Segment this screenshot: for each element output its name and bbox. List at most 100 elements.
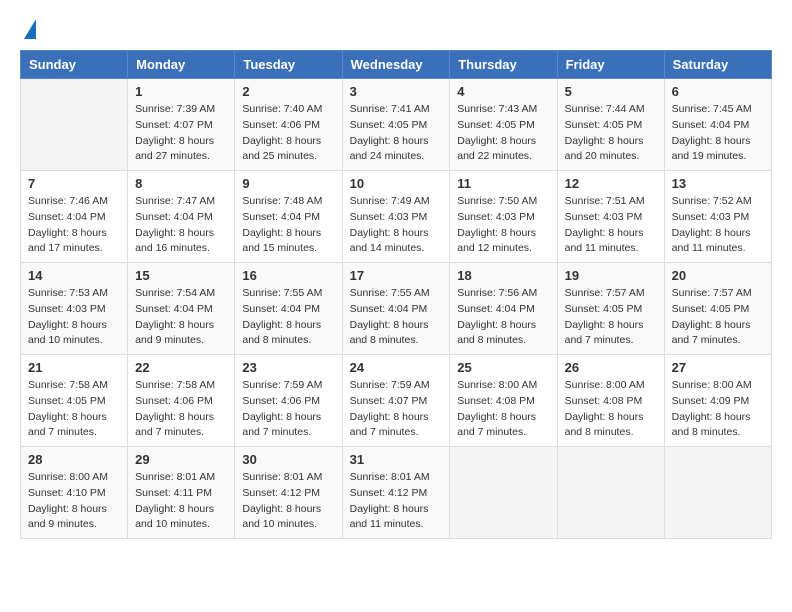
day-info: Sunrise: 7:52 AMSunset: 4:03 PMDaylight:…: [672, 194, 764, 257]
day-info: Sunrise: 7:43 AMSunset: 4:05 PMDaylight:…: [457, 102, 549, 165]
calendar-week-row: 21 Sunrise: 7:58 AMSunset: 4:05 PMDayligh…: [21, 355, 772, 447]
day-info: Sunrise: 7:39 AMSunset: 4:07 PMDaylight:…: [135, 102, 227, 165]
calendar-day-7: 7Sunrise: 7:46 AMSunset: 4:04 PMDaylight…: [21, 171, 128, 263]
calendar-day-14: 14 Sunrise: 7:53 AMSunset: 4:03 PMDayligh…: [21, 263, 128, 355]
day-number: 26: [565, 360, 657, 375]
day-number: 5: [565, 84, 657, 99]
day-number: 10: [350, 176, 443, 191]
calendar-day-17: 17 Sunrise: 7:55 AMSunset: 4:04 PMDayligh…: [342, 263, 450, 355]
day-number: 4: [457, 84, 549, 99]
calendar-day-26: 26 Sunrise: 8:00 AMSunset: 4:08 PMDayligh…: [557, 355, 664, 447]
day-info: Sunrise: 7:41 AMSunset: 4:05 PMDaylight:…: [350, 102, 443, 165]
calendar-day-11: 11 Sunrise: 7:50 AMSunset: 4:03 PMDayligh…: [450, 171, 557, 263]
day-info: Sunrise: 7:59 AMSunset: 4:07 PMDaylight:…: [350, 378, 443, 441]
day-info: Sunrise: 7:50 AMSunset: 4:03 PMDaylight:…: [457, 194, 549, 257]
day-number: 19: [565, 268, 657, 283]
day-info: Sunrise: 7:56 AMSunset: 4:04 PMDaylight:…: [457, 286, 549, 349]
weekday-header-saturday: Saturday: [664, 51, 771, 79]
calendar-day-21: 21 Sunrise: 7:58 AMSunset: 4:05 PMDayligh…: [21, 355, 128, 447]
day-number: 23: [242, 360, 334, 375]
weekday-header-tuesday: Tuesday: [235, 51, 342, 79]
day-info: Sunrise: 7:44 AMSunset: 4:05 PMDaylight:…: [565, 102, 657, 165]
weekday-header-sunday: Sunday: [21, 51, 128, 79]
day-info: Sunrise: 8:01 AMSunset: 4:12 PMDaylight:…: [242, 470, 334, 533]
calendar-day-18: 18 Sunrise: 7:56 AMSunset: 4:04 PMDayligh…: [450, 263, 557, 355]
day-info: Sunrise: 7:55 AMSunset: 4:04 PMDaylight:…: [350, 286, 443, 349]
day-info: Sunrise: 7:40 AMSunset: 4:06 PMDaylight:…: [242, 102, 334, 165]
day-number: 16: [242, 268, 334, 283]
calendar-day-23: 23 Sunrise: 7:59 AMSunset: 4:06 PMDayligh…: [235, 355, 342, 447]
empty-day-cell: [557, 447, 664, 539]
calendar-day-8: 8Sunrise: 7:47 AMSunset: 4:04 PMDaylight…: [128, 171, 235, 263]
day-info: Sunrise: 7:54 AMSunset: 4:04 PMDaylight:…: [135, 286, 227, 349]
weekday-header-row: SundayMondayTuesdayWednesdayThursdayFrid…: [21, 51, 772, 79]
calendar-day-30: 30 Sunrise: 8:01 AMSunset: 4:12 PMDayligh…: [235, 447, 342, 539]
day-number: 31: [350, 452, 443, 467]
calendar-week-row: 7Sunrise: 7:46 AMSunset: 4:04 PMDaylight…: [21, 171, 772, 263]
calendar-day-16: 16 Sunrise: 7:55 AMSunset: 4:04 PMDayligh…: [235, 263, 342, 355]
day-info: Sunrise: 8:00 AMSunset: 4:08 PMDaylight:…: [565, 378, 657, 441]
calendar-day-4: 4 Sunrise: 7:43 AMSunset: 4:05 PMDaylight…: [450, 79, 557, 171]
day-info: Sunrise: 7:49 AMSunset: 4:03 PMDaylight:…: [350, 194, 443, 257]
day-info: Sunrise: 7:58 AMSunset: 4:06 PMDaylight:…: [135, 378, 227, 441]
calendar-day-9: 9 Sunrise: 7:48 AMSunset: 4:04 PMDaylight…: [235, 171, 342, 263]
day-number: 9: [242, 176, 334, 191]
calendar-week-row: 14 Sunrise: 7:53 AMSunset: 4:03 PMDayligh…: [21, 263, 772, 355]
day-number: 11: [457, 176, 549, 191]
calendar-day-3: 3 Sunrise: 7:41 AMSunset: 4:05 PMDaylight…: [342, 79, 450, 171]
day-info: Sunrise: 7:57 AMSunset: 4:05 PMDaylight:…: [565, 286, 657, 349]
day-number: 1: [135, 84, 227, 99]
day-info: Sunrise: 8:01 AMSunset: 4:12 PMDaylight:…: [350, 470, 443, 533]
day-info: Sunrise: 7:47 AMSunset: 4:04 PMDaylight:…: [135, 194, 227, 257]
day-number: 18: [457, 268, 549, 283]
day-info: Sunrise: 7:48 AMSunset: 4:04 PMDaylight:…: [242, 194, 334, 257]
day-number: 13: [672, 176, 764, 191]
calendar-table: SundayMondayTuesdayWednesdayThursdayFrid…: [20, 50, 772, 539]
calendar-day-31: 31 Sunrise: 8:01 AMSunset: 4:12 PMDayligh…: [342, 447, 450, 539]
calendar-day-5: 5 Sunrise: 7:44 AMSunset: 4:05 PMDaylight…: [557, 79, 664, 171]
day-info: Sunrise: 7:57 AMSunset: 4:05 PMDaylight:…: [672, 286, 764, 349]
calendar-day-28: 28 Sunrise: 8:00 AMSunset: 4:10 PMDayligh…: [21, 447, 128, 539]
day-number: 30: [242, 452, 334, 467]
day-number: 25: [457, 360, 549, 375]
day-info: Sunrise: 8:00 AMSunset: 4:10 PMDaylight:…: [28, 470, 120, 533]
calendar-day-25: 25Sunrise: 8:00 AMSunset: 4:08 PMDayligh…: [450, 355, 557, 447]
day-info: Sunrise: 7:58 AMSunset: 4:05 PMDaylight:…: [28, 378, 120, 441]
empty-day-cell: [450, 447, 557, 539]
calendar-day-13: 13 Sunrise: 7:52 AMSunset: 4:03 PMDayligh…: [664, 171, 771, 263]
day-info: Sunrise: 7:51 AMSunset: 4:03 PMDaylight:…: [565, 194, 657, 257]
day-info: Sunrise: 7:59 AMSunset: 4:06 PMDaylight:…: [242, 378, 334, 441]
weekday-header-wednesday: Wednesday: [342, 51, 450, 79]
calendar-day-12: 12 Sunrise: 7:51 AMSunset: 4:03 PMDayligh…: [557, 171, 664, 263]
day-number: 28: [28, 452, 120, 467]
page-header: [20, 20, 772, 40]
calendar-day-24: 24 Sunrise: 7:59 AMSunset: 4:07 PMDayligh…: [342, 355, 450, 447]
day-number: 14: [28, 268, 120, 283]
day-info: Sunrise: 7:55 AMSunset: 4:04 PMDaylight:…: [242, 286, 334, 349]
day-number: 2: [242, 84, 334, 99]
weekday-header-monday: Monday: [128, 51, 235, 79]
calendar-week-row: 28 Sunrise: 8:00 AMSunset: 4:10 PMDayligh…: [21, 447, 772, 539]
day-info: Sunrise: 7:45 AMSunset: 4:04 PMDaylight:…: [672, 102, 764, 165]
empty-day-cell: [664, 447, 771, 539]
empty-day-cell: [21, 79, 128, 171]
day-info: Sunrise: 8:01 AMSunset: 4:11 PMDaylight:…: [135, 470, 227, 533]
day-number: 7: [28, 176, 120, 191]
day-number: 15: [135, 268, 227, 283]
calendar-day-29: 29 Sunrise: 8:01 AMSunset: 4:11 PMDayligh…: [128, 447, 235, 539]
calendar-day-6: 6Sunrise: 7:45 AMSunset: 4:04 PMDaylight…: [664, 79, 771, 171]
day-number: 12: [565, 176, 657, 191]
logo: [20, 20, 40, 40]
day-number: 3: [350, 84, 443, 99]
calendar-day-1: 1 Sunrise: 7:39 AMSunset: 4:07 PMDaylight…: [128, 79, 235, 171]
day-info: Sunrise: 8:00 AMSunset: 4:09 PMDaylight:…: [672, 378, 764, 441]
logo-arrow-icon: [24, 19, 36, 39]
calendar-day-2: 2 Sunrise: 7:40 AMSunset: 4:06 PMDaylight…: [235, 79, 342, 171]
day-number: 24: [350, 360, 443, 375]
calendar-day-19: 19 Sunrise: 7:57 AMSunset: 4:05 PMDayligh…: [557, 263, 664, 355]
day-number: 21: [28, 360, 120, 375]
day-number: 17: [350, 268, 443, 283]
day-info: Sunrise: 7:53 AMSunset: 4:03 PMDaylight:…: [28, 286, 120, 349]
calendar-day-22: 22Sunrise: 7:58 AMSunset: 4:06 PMDayligh…: [128, 355, 235, 447]
day-number: 29: [135, 452, 227, 467]
